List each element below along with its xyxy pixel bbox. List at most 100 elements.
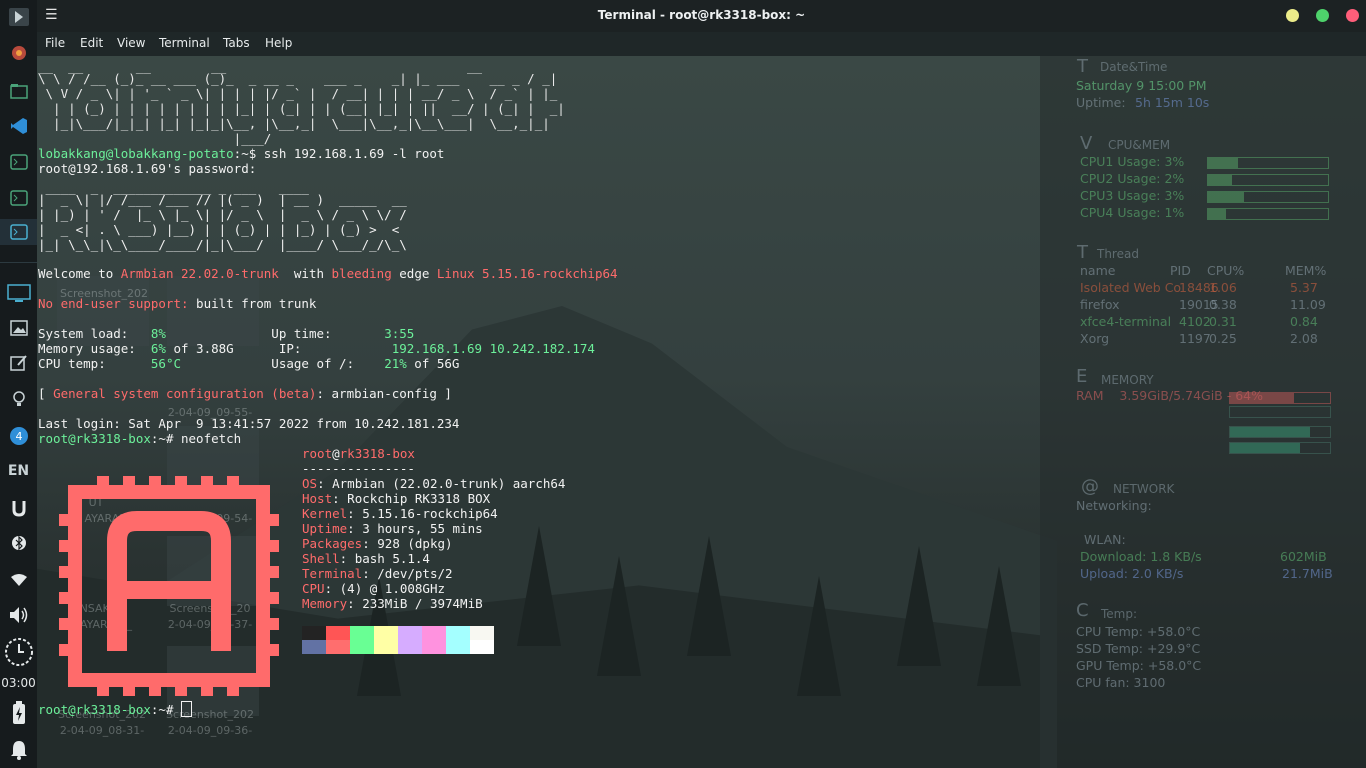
palette-swatch <box>470 626 494 640</box>
sysinfo-label: System load: <box>38 326 151 341</box>
ascii-art-line: |___/ <box>38 131 272 146</box>
maximize-button[interactable] <box>1316 9 1329 22</box>
support-value: built from trunk <box>188 296 317 311</box>
thread-cell-pid: 1197 <box>1179 331 1211 346</box>
neofetch-key: Memory <box>302 596 348 611</box>
browser-icon[interactable] <box>4 40 33 66</box>
thread-cell-cpu: 0.31 <box>1209 314 1237 329</box>
palette-swatch <box>374 640 398 654</box>
conky-temp-row: CPU fan: 3100 <box>1076 675 1166 690</box>
vscode-icon[interactable] <box>4 113 33 139</box>
neofetch-colon: : <box>347 596 363 611</box>
banner-line: | _ \| |/ /___ /___ // |( _ ) | __ ) ___… <box>38 192 407 207</box>
close-button[interactable] <box>1346 9 1359 22</box>
u-icon[interactable] <box>4 495 33 521</box>
mem-bar <box>1229 426 1331 438</box>
volume-icon[interactable] <box>4 602 33 628</box>
neofetch-field: Packages: 928 (dpkg) <box>302 536 453 551</box>
neofetch-key: Kernel <box>302 506 348 521</box>
thread-col-name: name <box>1080 263 1116 278</box>
conky-cpu-row: CPU4 Usage: 1% <box>1080 205 1185 220</box>
desktop-icon[interactable] <box>4 280 33 306</box>
support-line: No end-user support: built from trunk <box>38 296 316 311</box>
conky-glyph: @ <box>1081 476 1099 497</box>
telegram-icon[interactable]: 4 <box>4 423 33 449</box>
conky-network-head: NETWORK <box>1113 482 1175 496</box>
conky-thread-head: Thread <box>1097 247 1139 261</box>
conky-upload: Upload: 2.0 KB/s <box>1080 566 1184 581</box>
thread-cell-mem: 5.37 <box>1290 280 1318 295</box>
notification-icon[interactable] <box>4 737 33 763</box>
idea-icon[interactable] <box>4 386 33 412</box>
files-icon[interactable] <box>4 78 33 104</box>
menu-file[interactable]: File <box>45 36 65 50</box>
prompt-command: :~# neofetch <box>150 431 242 446</box>
menu-tabs[interactable]: Tabs <box>223 36 250 50</box>
sysinfo-line: System load: 8% Up time: 3:55 <box>38 326 414 341</box>
menu-terminal[interactable]: Terminal <box>159 36 210 50</box>
ascii-art-line: |_|\___/|_|_| |_| |_|_|\__, |\__,_| \___… <box>38 116 550 131</box>
prompt-user: root@rk3318-box <box>38 431 151 446</box>
menu-bar: File Edit View Terminal Tabs Help <box>37 32 1366 56</box>
terminal-icon[interactable] <box>0 219 37 245</box>
menu-help[interactable]: Help <box>265 36 292 50</box>
menu-edit[interactable]: Edit <box>80 36 103 50</box>
terminal-icon[interactable] <box>4 185 33 211</box>
conky-cpu-bar <box>1207 191 1329 203</box>
neofetch-value: Rockchip RK3318 BOX <box>347 491 491 506</box>
palette-swatch <box>446 626 470 640</box>
wifi-icon[interactable] <box>4 567 33 593</box>
image-icon[interactable] <box>4 315 33 341</box>
prompt-user: root@rk3318-box <box>38 702 151 717</box>
palette-swatch <box>470 640 494 654</box>
neofetch-key: Host <box>302 491 333 506</box>
neofetch-value: 928 (dpkg) <box>377 536 453 551</box>
terminal-window: ☰ Terminal - root@rk3318-box: ~ File Edi… <box>37 0 1366 768</box>
neofetch-value: 3 hours, 55 mins <box>362 521 483 536</box>
desktop-label: 2-04-09_08-31- <box>59 724 145 737</box>
sysinfo-label: of 56G <box>406 356 460 371</box>
desktop-label: 2-04-09_09-36- <box>167 724 253 737</box>
conky-temp-head: Temp: <box>1101 607 1138 621</box>
keyboard-layout-icon[interactable]: EN <box>4 458 33 484</box>
edit-icon[interactable] <box>4 350 33 376</box>
conky-glyph: V <box>1080 133 1093 154</box>
terminal-output[interactable]: Screenshot_202 2-04-09_09-55- UT AYARAN … <box>37 56 1366 768</box>
conky-download-total: 602MiB <box>1280 549 1327 564</box>
ascii-art-line: | | (_) | | | | | | | | |_| | (_| | | (_… <box>38 101 565 116</box>
ssh-command-line: lobakkang@lobakkang-potato:~$ ssh 192.16… <box>38 146 444 161</box>
welcome-text: Welcome to <box>38 266 121 281</box>
window-title: Terminal - root@rk3318-box: ~ <box>597 8 806 22</box>
mem-bar <box>1229 442 1331 454</box>
palette-swatch <box>302 640 326 654</box>
conky-uptime-label: Uptime: <box>1076 95 1126 110</box>
neofetch-colon: : <box>347 521 363 536</box>
battery-icon[interactable] <box>4 700 33 726</box>
conky-glyph: E <box>1076 366 1088 387</box>
terminal-icon[interactable] <box>4 149 33 175</box>
conky-datetime: Saturday 9 15:00 PM <box>1076 78 1207 93</box>
bluetooth-icon[interactable] <box>4 530 33 556</box>
menu-view[interactable]: View <box>117 36 145 50</box>
neofetch-colon: : <box>317 476 333 491</box>
thread-cell-pid: 4102 <box>1179 314 1211 329</box>
conky-cpumem-head: CPU&MEM <box>1108 138 1171 152</box>
neofetch-key: Terminal <box>302 566 363 581</box>
prompt-command: :~$ ssh 192.168.1.69 -l root <box>233 146 445 161</box>
ram-bar <box>1229 392 1331 404</box>
palette-swatch <box>326 626 350 640</box>
clock-icon[interactable] <box>4 636 33 668</box>
thread-cell-cpu: 0.25 <box>1209 331 1237 346</box>
armbian-version: Armbian 22.02.0-trunk <box>120 266 279 281</box>
cpu-temp-value: 56°C <box>150 356 181 371</box>
panel-icon[interactable] <box>4 4 33 30</box>
neofetch-field: Terminal: /dev/pts/2 <box>302 566 453 581</box>
neofetch-key: Packages <box>302 536 363 551</box>
neofetch-value: Armbian (22.02.0-trunk) aarch64 <box>332 476 566 491</box>
memory-usage-value: 6% <box>150 341 166 356</box>
title-bar[interactable]: ☰ Terminal - root@rk3318-box: ~ <box>37 0 1366 32</box>
current-prompt-line[interactable]: root@rk3318-box:~# <box>38 701 192 717</box>
palette-swatch <box>422 626 446 640</box>
neofetch-colon: : <box>362 536 378 551</box>
minimize-button[interactable] <box>1286 9 1299 22</box>
